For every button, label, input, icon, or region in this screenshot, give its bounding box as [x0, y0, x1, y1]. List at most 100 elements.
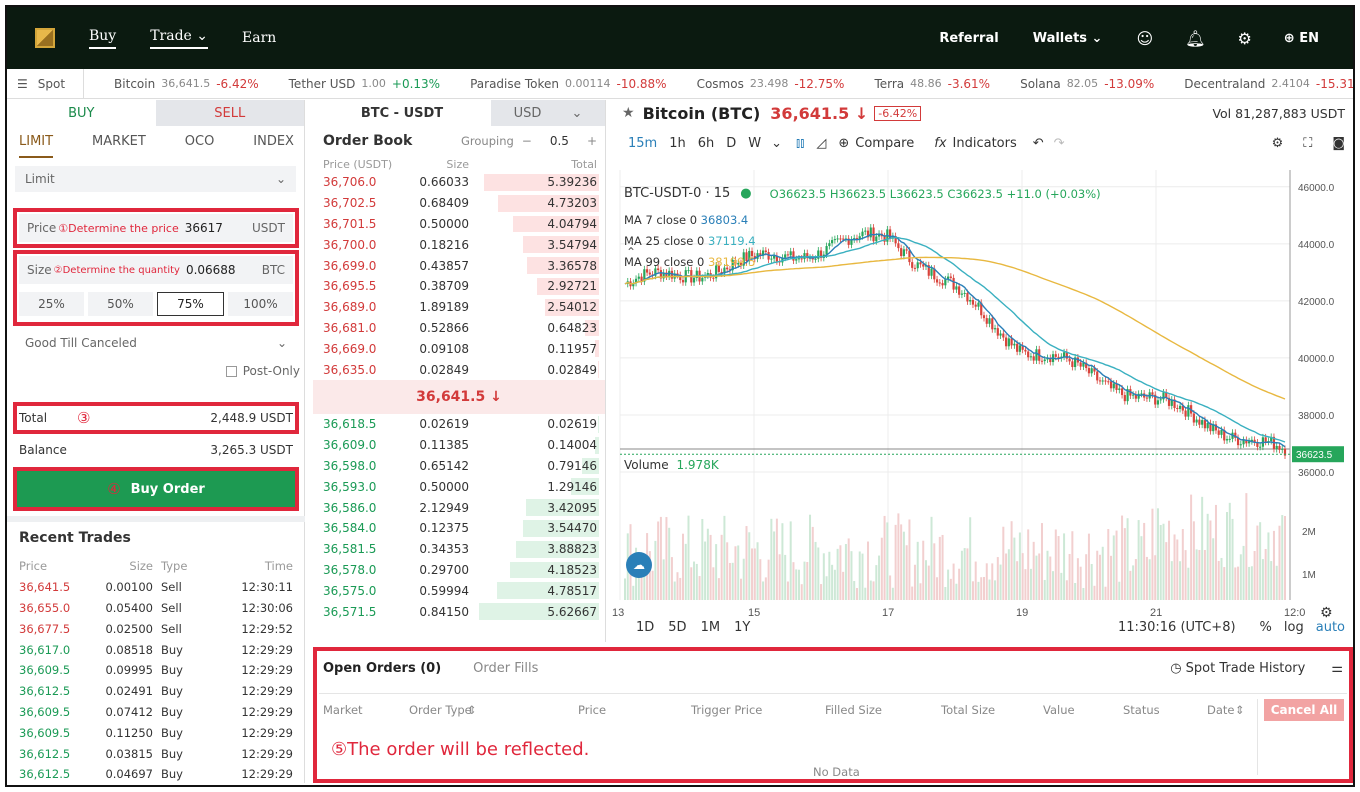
nav-earn[interactable]: Earn [242, 30, 276, 46]
nav-buy[interactable]: Buy [89, 28, 117, 49]
range-1y[interactable]: 1Y [734, 620, 750, 635]
ask-row[interactable]: 36,635.0 0.02849 0.02849 [313, 359, 605, 380]
quote-select[interactable]: USD ⌄ [491, 100, 605, 126]
tab-open-orders[interactable]: Open Orders (0) [323, 661, 441, 676]
pct-50-button[interactable]: 50% [88, 292, 153, 316]
ask-row[interactable]: 36,706.0 0.66033 5.39236 [313, 172, 605, 193]
order-type-select[interactable]: Limit ⌄ [15, 166, 296, 192]
pair-tab[interactable]: BTC - USDT [313, 100, 491, 126]
bell-icon[interactable]: 🔔︎ [1185, 29, 1205, 48]
camera-icon[interactable]: ◙ [1332, 136, 1345, 151]
price-field[interactable]: Price ①Determine the price 36617 USDT [19, 214, 293, 242]
ask-row[interactable]: 36,699.0 0.43857 3.36578 [313, 255, 605, 276]
bid-row[interactable]: 36,593.0 0.50000 1.29146 [313, 476, 605, 497]
auto-toggle[interactable]: auto [1316, 620, 1345, 635]
add-circle-icon[interactable]: ⊕ [838, 136, 849, 151]
ticker-item[interactable]: Bitcoin 36,641.5 -6.42% [114, 77, 259, 91]
redo-icon[interactable]: ↷ [1054, 136, 1065, 151]
ask-row[interactable]: 36,695.5 0.38709 2.92721 [313, 276, 605, 297]
tab-order-fills[interactable]: Order Fills [473, 661, 538, 676]
pct-75-button[interactable]: 75% [157, 292, 224, 316]
volume-bar [977, 581, 980, 600]
chart-logo-icon[interactable]: ☁ [626, 552, 652, 578]
tab-limit[interactable]: LIMIT [19, 134, 54, 158]
interval-d[interactable]: D [726, 136, 736, 151]
volume-bar [1007, 549, 1010, 600]
interval-15m[interactable]: 15m [628, 136, 657, 151]
spot-trade-history-link[interactable]: ◷ Spot Trade History [1170, 661, 1305, 676]
post-only-checkbox[interactable] [225, 365, 237, 377]
nav-referral[interactable]: Referral [939, 31, 998, 46]
indicators-button[interactable]: Indicators [953, 136, 1017, 151]
candle-type-icon[interactable]: ⫾⫾ [796, 136, 804, 151]
bid-row[interactable]: 36,586.0 2.12949 3.42095 [313, 497, 605, 518]
post-only-option[interactable]: Post-Only [225, 364, 300, 378]
grouping-minus[interactable]: − [522, 134, 532, 148]
size-value[interactable]: 0.06688 [186, 263, 236, 277]
account-icon[interactable]: ☺ [1136, 29, 1153, 48]
orders-col-header[interactable]: Date [1207, 703, 1235, 717]
tab-index[interactable]: INDEX [253, 134, 294, 158]
grouping-plus[interactable]: + [587, 134, 597, 148]
compare-button[interactable]: Compare [855, 136, 914, 151]
ticker-item[interactable]: Tether USD 1.00 +0.13% [289, 77, 440, 91]
fx-icon[interactable]: fx [934, 136, 946, 151]
ticker-item[interactable]: Decentraland 2.4104 -15.31 [1184, 77, 1353, 91]
language-selector[interactable]: ⊕ EN [1284, 31, 1319, 46]
sort-icon[interactable]: ⇕ [1235, 703, 1245, 717]
logo[interactable] [35, 28, 55, 48]
orders-col-header[interactable]: Order Type [409, 703, 472, 717]
chevron-down-icon[interactable]: ⌄ [771, 136, 782, 151]
ticker-item[interactable]: Terra 48.86 -3.61% [874, 77, 990, 91]
interval-1h[interactable]: 1h [669, 136, 686, 151]
buy-order-button[interactable]: ④ Buy Order [17, 471, 295, 507]
ticker-item[interactable]: Paradise Token 0.00114 -10.88% [470, 77, 666, 91]
bid-row[interactable]: 36,598.0 0.65142 0.79146 [313, 456, 605, 477]
interval-6h[interactable]: 6h [698, 136, 715, 151]
tab-oco[interactable]: OCO [185, 134, 215, 158]
fullscreen-icon[interactable]: ⛶ [1303, 136, 1312, 151]
ask-row[interactable]: 36,681.0 0.52866 0.64823 [313, 318, 605, 339]
size-field[interactable]: Size ②Determine the quantity 0.06688 BTC [19, 256, 293, 284]
ticker-item[interactable]: Solana 82.05 -13.09% [1020, 77, 1154, 91]
log-toggle[interactable]: log [1284, 620, 1304, 635]
spot-menu[interactable]: ☰ Spot [7, 69, 85, 98]
orders-col-header: Total Size [941, 703, 996, 717]
tif-select[interactable]: Good Till Canceled ⌄ [15, 330, 297, 356]
bid-row[interactable]: 36,618.5 0.02619 0.02619 [313, 414, 605, 435]
nav-trade[interactable]: Trade ⌄ [150, 28, 209, 49]
star-icon[interactable]: ★ [622, 105, 635, 121]
pct-25-button[interactable]: 25% [19, 292, 84, 316]
tab-market[interactable]: MARKET [92, 134, 146, 158]
range-1d[interactable]: 1D [636, 620, 654, 635]
tab-buy[interactable]: BUY [7, 100, 156, 126]
ask-row[interactable]: 36,701.5 0.50000 4.04794 [313, 214, 605, 235]
filter-icon[interactable]: ⚌ [1331, 661, 1343, 676]
pct-100-button[interactable]: 100% [228, 292, 293, 316]
ask-row[interactable]: 36,702.5 0.68409 4.73203 [313, 193, 605, 214]
bid-row[interactable]: 36,575.0 0.59994 4.78517 [313, 580, 605, 601]
bid-row[interactable]: 36,584.0 0.12375 3.54470 [313, 518, 605, 539]
bid-row[interactable]: 36,571.5 0.84150 5.62667 [313, 601, 605, 622]
tab-sell[interactable]: SELL [155, 100, 304, 126]
undo-icon[interactable]: ↶ [1033, 136, 1044, 151]
ask-row[interactable]: 36,669.0 0.09108 0.11957 [313, 338, 605, 359]
bid-row[interactable]: 36,578.0 0.29700 4.18523 [313, 560, 605, 581]
price-value[interactable]: 36617 [185, 221, 223, 235]
cancel-all-button[interactable]: Cancel All [1264, 699, 1344, 721]
nav-wallets[interactable]: Wallets ⌄ [1033, 31, 1103, 46]
range-5d[interactable]: 5D [668, 620, 686, 635]
ticker-item[interactable]: Cosmos 23.498 -12.75% [697, 77, 845, 91]
interval-w[interactable]: W [748, 136, 761, 151]
range-1m[interactable]: 1M [701, 620, 721, 635]
bid-row[interactable]: 36,581.5 0.34353 3.88823 [313, 539, 605, 560]
volume-bar [1261, 559, 1264, 600]
percent-toggle[interactable]: % [1260, 620, 1272, 635]
settings-icon[interactable]: ⚙ [1272, 136, 1284, 151]
bid-row[interactable]: 36,609.0 0.11385 0.14004 [313, 435, 605, 456]
gear-icon[interactable]: ⚙ [1237, 29, 1251, 48]
ask-row[interactable]: 36,689.0 1.89189 2.54012 [313, 297, 605, 318]
area-chart-icon[interactable]: ◿ [816, 136, 826, 151]
sort-icon[interactable]: ⇕ [467, 703, 477, 717]
ask-row[interactable]: 36,700.0 0.18216 3.54794 [313, 234, 605, 255]
